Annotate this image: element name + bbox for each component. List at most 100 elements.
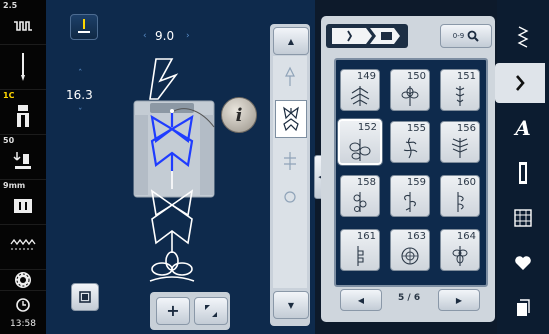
foot-pressure-icon (9, 147, 37, 175)
square-icon (79, 291, 91, 303)
zoom-in-button[interactable]: + (156, 297, 190, 325)
stitch-cell[interactable]: 156 (440, 121, 480, 163)
stitch-cell-selected[interactable]: 152 (338, 119, 382, 165)
needle-width-value: 2.5 (3, 1, 18, 10)
arrow-down-icon: ▼ (287, 300, 295, 310)
presser-foot-icon (9, 102, 37, 130)
scroll-up-button[interactable]: ▲ (273, 27, 309, 55)
stitch-plate-status[interactable]: 9mm (0, 180, 46, 225)
needle-position-button[interactable] (70, 14, 98, 40)
stitch-plate-icon (9, 192, 37, 220)
stitch-icon (404, 192, 416, 212)
arrow-left-icon: ◀ (357, 295, 365, 305)
page-prev-button[interactable]: ◀ (340, 289, 382, 311)
stitch-cell[interactable]: 163 (390, 229, 430, 271)
length-increase-indicator[interactable]: ˆ (78, 69, 83, 79)
info-icon: i (235, 104, 243, 126)
stitch-icon (283, 106, 299, 132)
stitch-cell[interactable]: 149 (340, 69, 380, 111)
practical-stitch-icon (517, 26, 529, 48)
breadcrumb-path (332, 28, 400, 44)
zoom-fit-button[interactable] (194, 297, 228, 325)
category-favorites[interactable] (497, 243, 549, 283)
stitch-number: 156 (456, 123, 476, 134)
sequence-selected-stitch[interactable] (275, 100, 307, 138)
category-quilt-stitches[interactable] (497, 198, 549, 238)
presser-foot-indicator: 1C (3, 91, 15, 100)
length-decrease-indicator[interactable]: ˇ (78, 108, 83, 118)
quilt-icon (514, 209, 532, 227)
scroll-down-button[interactable]: ▼ (273, 291, 309, 319)
buttonhole-icon (519, 162, 527, 184)
bobbin-status[interactable] (0, 270, 46, 291)
needle-status[interactable] (0, 45, 46, 90)
presser-foot-status[interactable]: 1C (0, 90, 46, 135)
category-alphabets[interactable]: A (497, 108, 549, 148)
stitch-number: 159 (406, 177, 426, 188)
heart-icon (515, 256, 531, 270)
category-personal-memory[interactable] (497, 288, 549, 328)
category-buttonholes[interactable] (497, 153, 549, 193)
stitch-cell[interactable]: 155 (390, 121, 430, 163)
arrow-right-icon: ▶ (455, 295, 463, 305)
stitch-number: 155 (406, 123, 426, 134)
stitch-preview (133, 58, 215, 282)
category-decorative-stitches[interactable] (495, 63, 545, 103)
clock-status: 13:58 (0, 293, 46, 334)
sewing-status-button[interactable] (71, 283, 99, 311)
category-practical-stitches[interactable] (497, 18, 549, 58)
sequence-stitch-icon-3 (284, 191, 296, 203)
width-increase-indicator[interactable]: › (186, 31, 190, 41)
stitch-icon (401, 247, 419, 265)
stitch-length-value: 16.3 (66, 88, 93, 102)
stitch-number: 152 (357, 122, 377, 133)
stitch-number: 158 (356, 177, 376, 188)
stitch-icon (455, 86, 465, 106)
stitch-number: 163 (406, 231, 426, 242)
stitch-icon (457, 192, 464, 212)
stitch-icon (452, 246, 468, 266)
stitch-cell[interactable]: 158 (340, 175, 380, 217)
stitch-cell[interactable]: 160 (440, 175, 480, 217)
clock-time: 13:58 (10, 319, 36, 329)
stitch-number: 151 (456, 71, 476, 82)
feed-dog-teeth-icon (9, 231, 37, 259)
feed-dog-icon (9, 12, 37, 40)
plus-icon: + (166, 301, 180, 320)
stitch-number: 149 (356, 71, 376, 82)
stitch-icon (451, 138, 469, 158)
breadcrumb[interactable] (326, 24, 408, 48)
stitch-number: 164 (456, 231, 476, 242)
search-label: 0-9 (452, 32, 465, 40)
decorative-stitch-icon (516, 75, 525, 91)
stitch-cell[interactable]: 150 (390, 69, 430, 111)
width-decrease-indicator[interactable]: ‹ (143, 31, 147, 41)
page-next-button[interactable]: ▶ (438, 289, 480, 311)
stitch-sequence-list[interactable] (273, 56, 307, 288)
needle-icon (9, 53, 37, 81)
stitch-icon (350, 86, 370, 106)
stitch-icon (403, 137, 418, 159)
alphabet-icon: A (515, 116, 531, 140)
needle-position-icon (78, 19, 90, 33)
stitch-cell[interactable]: 164 (440, 229, 480, 271)
number-search-button[interactable]: 0-9 (440, 24, 492, 48)
category-bar: A (495, 0, 549, 334)
stitch-number: 150 (406, 71, 426, 82)
status-bar: 2.5 1C 50 9mm 13:58 (0, 0, 46, 334)
thread-width-value: 9mm (3, 181, 26, 190)
foot-pressure-status[interactable]: 50 (0, 135, 46, 180)
clock-icon (9, 295, 37, 315)
stitch-cell[interactable]: 159 (390, 175, 430, 217)
arrow-up-icon: ▲ (287, 36, 295, 46)
stitch-cell[interactable]: 151 (440, 69, 480, 111)
stitch-icon (353, 192, 367, 212)
stitch-cell[interactable]: 161 (340, 229, 380, 271)
bobbin-icon (9, 266, 37, 294)
needle-width-status[interactable]: 2.5 (0, 0, 46, 45)
sequence-stitch-icon-2 (284, 152, 296, 170)
feed-dog-status[interactable] (0, 225, 46, 270)
stitch-icon (349, 139, 371, 161)
search-icon (467, 30, 479, 42)
sequence-stitch-icon-1 (285, 66, 295, 86)
